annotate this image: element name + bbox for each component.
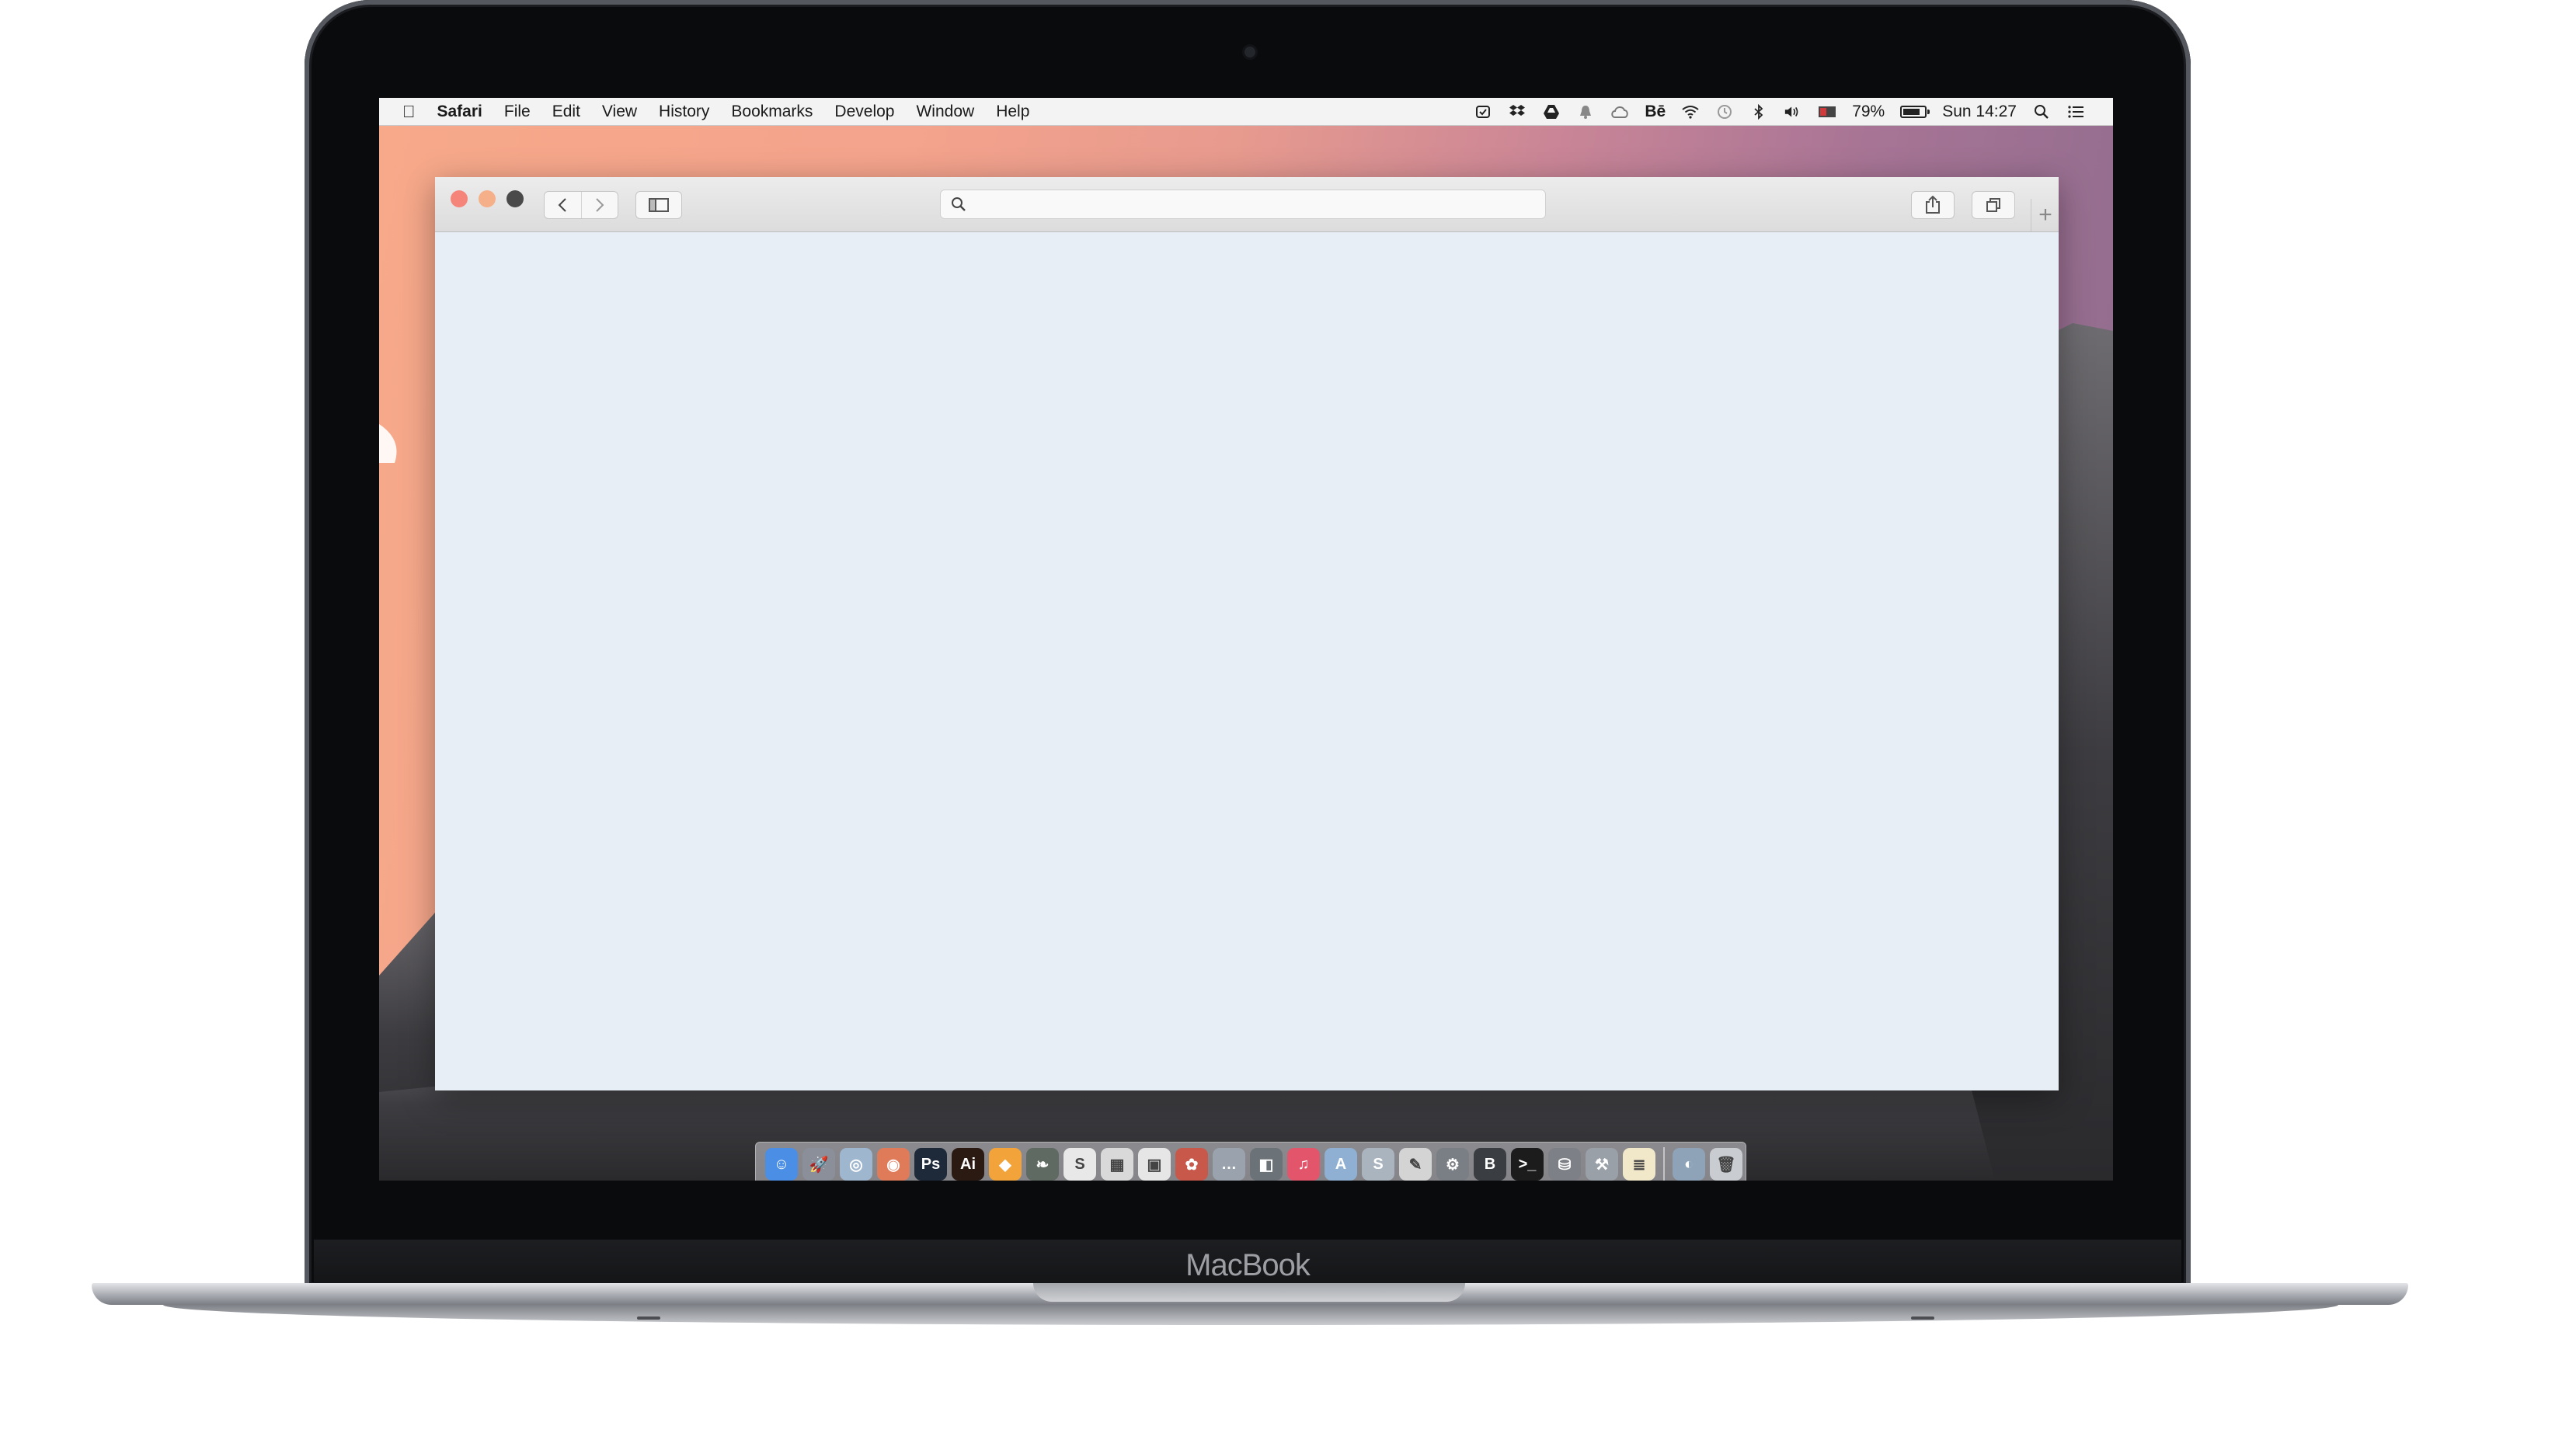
dock-system-preferences-icon[interactable]: ⚙ (1436, 1148, 1469, 1181)
menu-window[interactable]: Window (905, 98, 985, 125)
chevron-right-icon (596, 198, 604, 212)
dock-app-colorful-icon[interactable]: ✿ (1175, 1148, 1208, 1181)
sidebar-toggle-button[interactable] (635, 191, 682, 219)
dock-notes-icon[interactable]: ≣ (1623, 1148, 1655, 1181)
dock-launchpad-icon[interactable]: 🚀 (802, 1148, 835, 1181)
dock-xcode-tools-icon[interactable]: ⚒ (1586, 1148, 1618, 1181)
menu-view[interactable]: View (591, 98, 648, 125)
desktop-screen:  Safari File Edit View History Bookmark… (379, 98, 2113, 1181)
laptop-foot (1911, 1316, 1934, 1320)
menu-app-name[interactable]: Safari (426, 98, 493, 125)
laptop-notch (1033, 1283, 1465, 1302)
safari-window: + (435, 177, 2059, 1090)
dock-sketch-icon[interactable]: ◆ (989, 1148, 1022, 1181)
tabs-overview-icon (1986, 198, 2000, 212)
creative-cloud-icon[interactable] (1610, 103, 1629, 120)
share-button[interactable] (1911, 191, 1955, 219)
dropbox-icon[interactable] (1508, 103, 1526, 120)
safari-toolbar: + (435, 177, 2059, 232)
dock-illustrator-icon[interactable]: Ai (952, 1148, 984, 1181)
behance-icon[interactable]: Bē (1645, 103, 1666, 121)
new-tab-button[interactable]: + (2031, 199, 2059, 231)
wifi-icon[interactable] (1681, 103, 1700, 120)
clock[interactable]: Sun 14:27 (1942, 103, 2017, 121)
share-icon (1926, 196, 1940, 214)
battery-percent[interactable]: 79% (1852, 103, 1885, 121)
dock-preview-icon[interactable]: ▦ (1101, 1148, 1133, 1181)
dock-chrome-icon[interactable]: ◉ (877, 1148, 910, 1181)
show-all-tabs-button[interactable] (1972, 191, 2015, 219)
dock-sublime-icon[interactable]: S (1063, 1148, 1096, 1181)
dock-textedit-icon[interactable]: ✎ (1399, 1148, 1432, 1181)
dock: ☺ 🚀 ◎ ◉ Ps Ai ◆ ❧ S ▦ ▣ ✿… ◧ ♫ A S ✎ ⚙ B >_ ⛁ ⚒ ≣ ◐ 🗑 (755, 1142, 1746, 1181)
dock-safari-icon[interactable]: ◎ (840, 1148, 872, 1181)
dock-skype-icon[interactable]: S (1362, 1148, 1394, 1181)
apple-menu-icon[interactable]:  (379, 102, 426, 122)
menu-edit[interactable]: Edit (541, 98, 591, 125)
menu-bar:  Safari File Edit View History Bookmark… (379, 98, 2113, 126)
back-button[interactable] (545, 192, 581, 218)
navigation-buttons (544, 191, 618, 219)
time-machine-icon[interactable] (1715, 103, 1734, 120)
plus-icon: + (2038, 202, 2052, 228)
web-content-area[interactable] (435, 232, 2059, 1090)
dock-photoshop-icon[interactable]: Ps (914, 1148, 947, 1181)
menu-develop[interactable]: Develop (823, 98, 905, 125)
bluetooth-icon[interactable] (1749, 103, 1768, 120)
dock-terminal-icon[interactable]: >_ (1511, 1148, 1544, 1181)
dock-itunes-icon[interactable]: ♫ (1287, 1148, 1320, 1181)
menu-history[interactable]: History (648, 98, 720, 125)
battery-icon[interactable] (1900, 105, 1930, 118)
menu-file[interactable]: File (493, 98, 541, 125)
dock-facetime-icon[interactable]: ◧ (1250, 1148, 1283, 1181)
dock-disk-utility-icon[interactable]: ⛁ (1548, 1148, 1581, 1181)
minimize-window-button[interactable] (479, 190, 496, 207)
dock-trash-icon[interactable]: 🗑 (1710, 1148, 1742, 1181)
dock-messages-leaf-icon[interactable]: ❧ (1026, 1148, 1059, 1181)
dock-photos-icon[interactable]: ▣ (1138, 1148, 1171, 1181)
menu-bookmarks[interactable]: Bookmarks (720, 98, 823, 125)
volume-icon[interactable] (1784, 103, 1802, 120)
dock-finder-icon[interactable]: ☺ (765, 1148, 798, 1181)
laptop-chin: MacBook (314, 1240, 2181, 1289)
battery-level (1903, 108, 1920, 115)
dock-separator (1663, 1147, 1665, 1181)
dock-bbedit-icon[interactable]: B (1474, 1148, 1506, 1181)
notification-center-icon[interactable] (2066, 103, 2085, 120)
laptop-foot (637, 1316, 660, 1320)
menu-help[interactable]: Help (985, 98, 1040, 125)
address-bar[interactable] (940, 190, 1546, 219)
flag-icon[interactable] (1818, 103, 1836, 120)
chevron-left-icon (558, 198, 566, 212)
camera (1244, 47, 1255, 57)
forward-button[interactable] (580, 192, 618, 218)
sidebar-icon (649, 198, 669, 212)
dock-app-store-icon[interactable]: A (1325, 1148, 1357, 1181)
bell-icon[interactable] (1576, 103, 1595, 120)
dock-chat-bubbles-icon[interactable]: … (1213, 1148, 1245, 1181)
search-icon (950, 196, 967, 217)
checklist-icon[interactable] (1474, 103, 1492, 120)
google-drive-icon[interactable] (1542, 103, 1561, 120)
spotlight-search-icon[interactable] (2032, 103, 2051, 120)
close-window-button[interactable] (451, 190, 468, 207)
laptop-base-underside (163, 1305, 2338, 1325)
dock-downloads-globe-icon[interactable]: ◐ (1673, 1148, 1705, 1181)
macbook-label: MacBook (1185, 1248, 1311, 1282)
zoom-window-button[interactable] (506, 190, 524, 207)
